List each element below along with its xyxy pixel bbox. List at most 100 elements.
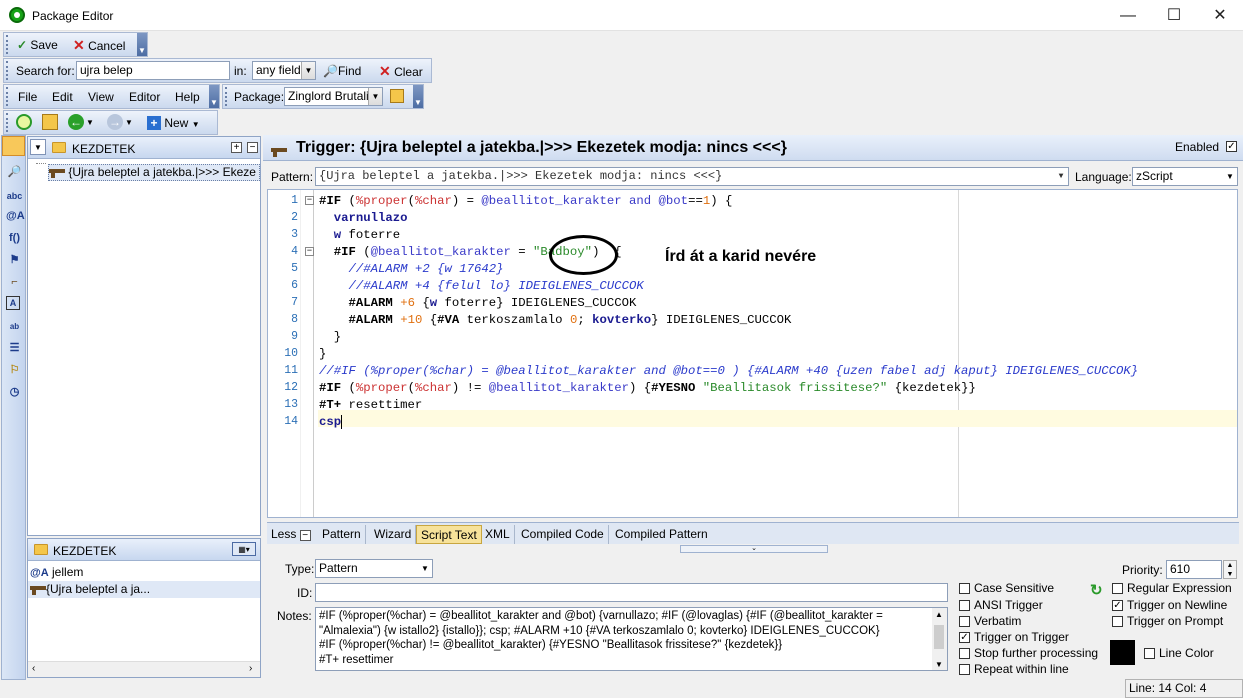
forward-icon[interactable]: →	[107, 114, 123, 130]
menu-editor[interactable]: Editor	[126, 88, 163, 106]
toolbar-overflow[interactable]: ▼	[413, 85, 423, 108]
minimize-button[interactable]: —	[1105, 0, 1151, 31]
chevron-down-icon[interactable]: ▼	[1054, 168, 1068, 185]
chevron-down-icon[interactable]: ▼	[86, 114, 94, 132]
tab-script-text[interactable]: Script Text	[416, 525, 482, 544]
chevron-down-icon[interactable]: ▼	[30, 139, 46, 155]
abc-icon[interactable]: abc	[6, 188, 23, 205]
field-select[interactable]: any field ▼	[252, 61, 316, 80]
vertical-scrollbar[interactable]: ▲ ▼	[932, 608, 947, 670]
code-editor[interactable]: 1 2 3 4 5 6 7 8 9 10 11 12 13 14 − − #IF…	[267, 189, 1238, 518]
save-toolbar: ✓ Save ✕ Cancel ▼	[3, 32, 148, 57]
chevron-down-icon[interactable]: ▼	[368, 88, 382, 105]
close-button[interactable]: ✕	[1197, 0, 1243, 31]
action-icon[interactable]: ⚑	[6, 252, 23, 269]
type-select[interactable]: Pattern ▼	[315, 559, 433, 578]
menu-file[interactable]: File	[15, 88, 40, 106]
chevron-down-icon[interactable]: ▼	[418, 560, 432, 577]
scroll-thumb[interactable]	[934, 625, 944, 649]
priority-spinner[interactable]: ▲ ▼	[1223, 560, 1237, 579]
toolbar-grip[interactable]	[6, 61, 11, 80]
menu-edit[interactable]: Edit	[49, 88, 76, 106]
tab-xml[interactable]: XML	[481, 525, 515, 544]
ab-icon[interactable]: ab	[6, 318, 23, 335]
tree-item-trigger[interactable]: {Ujra beleptel a jatekba.|>>> Ekeze	[48, 164, 260, 181]
toolbar-overflow[interactable]: ▼	[209, 85, 219, 108]
trigger-on-trigger-checkbox[interactable]: ✓	[959, 632, 970, 643]
view-options-icon[interactable]: ▦▾	[232, 542, 256, 556]
less-button[interactable]: Less −	[267, 525, 315, 544]
toolbar-overflow[interactable]: ▼	[137, 33, 147, 56]
code-line: }	[319, 330, 342, 344]
new-button[interactable]: + New ▼	[144, 114, 203, 132]
stop-further-checkbox[interactable]	[959, 648, 970, 659]
search-input[interactable]: ujra belep	[76, 61, 230, 80]
find-button[interactable]: 🔎Find	[320, 62, 364, 80]
clock-icon[interactable]: ◷	[6, 384, 23, 401]
fold-toggle[interactable]: −	[305, 247, 314, 256]
variable-icon[interactable]: @A	[6, 208, 25, 225]
list-item[interactable]: {Ujra beleptel a ja...	[28, 581, 260, 598]
line-color-swatch[interactable]	[1110, 640, 1135, 665]
pattern-input[interactable]: {Ujra beleptel a jatekba.|>>> Ekezetek m…	[315, 167, 1069, 186]
list-item[interactable]: @A jellem	[30, 565, 83, 579]
line-number: 13	[284, 398, 298, 411]
chevron-down-icon[interactable]: ▼	[301, 62, 315, 79]
id-input[interactable]	[315, 583, 948, 602]
trigger-icon[interactable]: ⌐	[6, 274, 23, 291]
line-color-checkbox[interactable]	[1144, 648, 1155, 659]
enabled-checkbox[interactable]: ✓	[1226, 141, 1237, 152]
window-title: Package Editor	[32, 9, 114, 23]
language-select[interactable]: zScript ▼	[1132, 167, 1238, 186]
splitter-handle[interactable]: ⌄	[680, 545, 828, 553]
menu-view[interactable]: View	[85, 88, 117, 106]
tab-wizard[interactable]: Wizard	[370, 525, 417, 544]
regex-checkbox[interactable]	[1112, 583, 1123, 594]
ansi-trigger-checkbox[interactable]	[959, 600, 970, 611]
cancel-button[interactable]: ✕ Cancel	[70, 36, 128, 54]
chevron-right-icon[interactable]: ›	[249, 663, 252, 674]
toolbar-grip[interactable]	[6, 113, 11, 132]
tab-pattern[interactable]: Pattern	[318, 525, 366, 544]
toolbar-grip[interactable]	[6, 87, 11, 106]
clear-button[interactable]: ✕ Clear	[376, 62, 426, 80]
save-button[interactable]: ✓ Save	[14, 36, 61, 54]
tab-compiled-pattern[interactable]: Compiled Pattern	[611, 525, 712, 544]
annotation-text: Írd át a karid nevére	[665, 248, 817, 265]
fold-toggle[interactable]: −	[305, 196, 314, 205]
package-select[interactable]: Zinglord Brutali ▼	[284, 87, 383, 106]
collapse-all-icon[interactable]: −	[247, 142, 258, 153]
toolbar-grip[interactable]	[6, 35, 11, 54]
trigger-on-prompt-checkbox[interactable]	[1112, 616, 1123, 627]
notes-textarea[interactable]: #IF (%proper(%char) = @beallitot_karakte…	[315, 607, 948, 671]
refresh-icon[interactable]	[16, 114, 32, 130]
case-sensitive-checkbox[interactable]	[959, 583, 970, 594]
current-line-highlight	[318, 410, 1237, 427]
alias-icon[interactable]: A	[6, 296, 20, 310]
expand-all-icon[interactable]: +	[231, 142, 242, 153]
flag-icon[interactable]: ⚐	[6, 362, 23, 379]
folder-view-button[interactable]	[2, 136, 25, 156]
chevron-left-icon[interactable]: ‹	[32, 663, 35, 674]
chevron-down-icon[interactable]: ▼	[125, 114, 133, 132]
tab-compiled-code[interactable]: Compiled Code	[517, 525, 609, 544]
function-icon[interactable]: f()	[6, 230, 23, 247]
list-icon[interactable]: ☰	[6, 340, 23, 357]
chevron-down-icon[interactable]: ▼	[935, 658, 943, 670]
export-icon[interactable]	[42, 114, 58, 130]
regex-refresh-icon[interactable]: ↻	[1090, 581, 1103, 599]
in-label: in:	[234, 64, 247, 78]
repeat-within-line-checkbox[interactable]	[959, 664, 970, 675]
chevron-down-icon[interactable]: ▼	[1223, 168, 1237, 185]
chevron-up-icon[interactable]: ▲	[935, 608, 943, 623]
priority-input[interactable]: 610	[1166, 560, 1222, 579]
magnifier-icon[interactable]: 🔎	[6, 164, 23, 181]
menu-help[interactable]: Help	[172, 88, 203, 106]
verbatim-checkbox[interactable]	[959, 616, 970, 627]
package-manager-icon[interactable]	[390, 89, 404, 103]
maximize-button[interactable]: ☐	[1151, 0, 1197, 31]
horizontal-scrollbar[interactable]: ‹ ›	[28, 661, 260, 677]
trigger-on-newline-checkbox[interactable]: ✓	[1112, 600, 1123, 611]
toolbar-grip[interactable]	[225, 87, 230, 106]
back-icon[interactable]: ←	[68, 114, 84, 130]
